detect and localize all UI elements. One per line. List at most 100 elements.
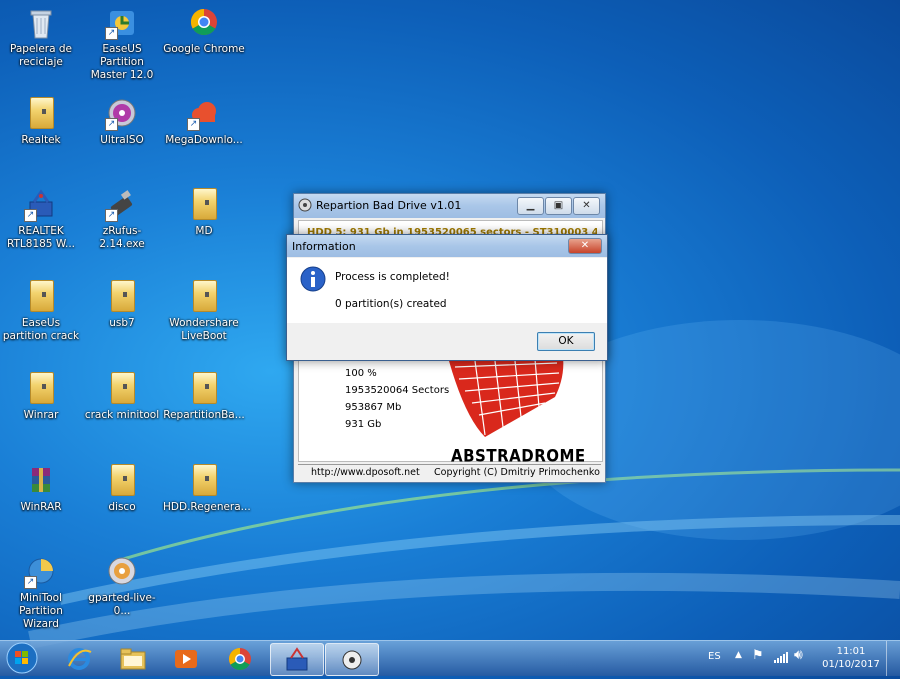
speaker-icon[interactable]: 🔊︎ (794, 647, 803, 663)
information-dialog[interactable]: Information ✕ Process is completed! 0 pa… (286, 234, 608, 361)
desktop-icon-label: HDD.Regenera... (163, 501, 251, 513)
folder-icon (105, 464, 139, 498)
desktop-icon-winrar-folder[interactable]: Winrar (0, 372, 82, 422)
language-indicator[interactable]: ES (708, 651, 721, 662)
folder-icon (24, 372, 58, 406)
cloud-icon: ↗ (187, 97, 221, 131)
desktop-icon-crack-minitool[interactable]: crack minitool (81, 372, 163, 422)
start-button[interactable] (2, 641, 42, 676)
desktop-icon-disco[interactable]: disco (81, 464, 163, 514)
desktop-icon-label: Realtek (21, 134, 61, 146)
desktop-icon-winrar[interactable]: WinRAR (0, 464, 82, 514)
clock-date: 01/10/2017 (822, 659, 880, 670)
shortcut-arrow-icon: ↗ (105, 27, 118, 40)
status-footer: http://www.dposoft.net Copyright (C) Dmi… (298, 464, 601, 480)
desktop-icon-label: WinRAR (20, 501, 62, 513)
network-adapter-icon (284, 647, 310, 673)
usb-drive-icon: ↗ (105, 188, 139, 222)
ok-button[interactable]: OK (537, 332, 595, 351)
minimize-button[interactable]: ▁ (517, 197, 544, 215)
shortcut-arrow-icon: ↗ (187, 118, 200, 131)
desktop-icon-repartitionbad[interactable]: RepartitionBa... (163, 372, 245, 422)
title-bar[interactable]: Repartion Bad Drive v1.01 ▁ ▣ ✕ (294, 194, 605, 218)
dialog-close-button[interactable]: ✕ (568, 238, 602, 254)
desktop-icon-ultraiso[interactable]: ↗ UltraISO (81, 97, 163, 147)
desktop-icon-label: EaseUS Partition Master 12.0 (90, 43, 154, 81)
desktop-icon-hdd-regenerator[interactable]: HDD.Regenera... (163, 464, 251, 514)
recycle-bin-icon (24, 6, 58, 40)
desktop-icon-label: gparted-live-0... (88, 592, 156, 617)
close-button[interactable]: ✕ (573, 197, 600, 215)
website-link[interactable]: http://www.dposoft.net (311, 467, 420, 478)
abstradrome-graphic (449, 357, 564, 437)
folder-icon (105, 372, 139, 406)
dialog-detail: 0 partition(s) created (335, 298, 447, 310)
desktop-icon-label: EaseUs partition crack (2, 317, 80, 342)
desktop-icon-label: REALTEK RTL8185 W... (6, 225, 76, 250)
show-desktop-button[interactable] (886, 641, 900, 676)
desktop-icon-wondershare[interactable]: Wondershare LiveBoot (163, 280, 245, 343)
desktop-icon-minitool[interactable]: ↗ MiniTool Partition Wizard (0, 555, 82, 631)
desktop-icon-label: MD (195, 225, 213, 237)
dialog-title: Information (292, 240, 356, 253)
desktop-icon-label: disco (108, 501, 136, 513)
desktop-icon-label: Wondershare LiveBoot (169, 317, 239, 342)
taskbar-chrome[interactable] (214, 643, 266, 674)
folder-icon (187, 464, 221, 498)
desktop-icon-md[interactable]: MD (163, 188, 245, 238)
taskbar-explorer[interactable] (107, 643, 159, 674)
stat-sectors: 1953520064 Sectors (345, 385, 450, 396)
media-player-icon (172, 647, 200, 671)
folder-icon (187, 372, 221, 406)
app-disc-icon (298, 198, 312, 212)
stat-gb: 931 Gb (345, 419, 382, 430)
taskbar-ie[interactable] (53, 643, 105, 674)
desktop-icon-label: Winrar (23, 409, 59, 421)
abstradrome-logo: ABSTRADROME (451, 446, 586, 466)
desktop-icon-label: MiniTool Partition Wizard (19, 592, 63, 630)
desktop-icon-label: zRufus-2.14.exe (99, 225, 145, 250)
stat-percent: 100 % (345, 368, 377, 379)
stats-list: 100 % 1953520064 Sectors 953867 Mb 931 G… (345, 365, 449, 433)
folder-icon (187, 280, 221, 314)
app-disc-icon (341, 649, 363, 671)
folder-icon (24, 97, 58, 131)
folder-icon (24, 280, 58, 314)
taskbar-realtek[interactable] (270, 643, 324, 676)
network-adapter-icon: ↗ (24, 188, 58, 222)
desktop-icon-megadownloader[interactable]: ↗ MegaDownlo... (163, 97, 245, 147)
desktop-icon-gparted[interactable]: gparted-live-0... (81, 555, 163, 618)
desktop-icon-label: usb7 (109, 317, 135, 329)
show-hidden-icons-icon[interactable]: ▲ (735, 650, 742, 660)
shortcut-arrow-icon: ↗ (24, 576, 37, 589)
desktop-icon-easeus-pm[interactable]: ↗ EaseUS Partition Master 12.0 (81, 6, 163, 82)
disc-icon (105, 555, 139, 589)
internet-explorer-icon (66, 646, 92, 672)
stat-mb: 953867 Mb (345, 402, 402, 413)
desktop-icon-usb7[interactable]: usb7 (81, 280, 163, 330)
desktop-icon-recycle-bin[interactable]: Papelera de reciclaje (0, 6, 82, 69)
maximize-button[interactable]: ▣ (545, 197, 572, 215)
desktop-icon-chrome[interactable]: Google Chrome (163, 6, 245, 56)
desktop-icon-label: crack minitool (84, 409, 160, 421)
chrome-icon (227, 646, 253, 672)
desktop-icon-easeus-crack[interactable]: EaseUs partition crack (0, 280, 82, 343)
copyright-text: Copyright (C) Dmitriy Primochenko (434, 467, 600, 478)
easeus-icon: ↗ (105, 6, 139, 40)
dialog-title-bar[interactable]: Information ✕ (287, 235, 607, 257)
shortcut-arrow-icon: ↗ (105, 118, 118, 131)
desktop-icon-rufus[interactable]: ↗ zRufus-2.14.exe (81, 188, 163, 251)
action-center-flag-icon[interactable]: ⚑ (752, 648, 764, 663)
desktop-icon-label: MegaDownlo... (165, 134, 243, 146)
clock[interactable]: 11:01 01/10/2017 (822, 645, 880, 671)
taskbar-media-player[interactable] (160, 643, 212, 674)
desktop-icon-label: Google Chrome (163, 43, 245, 55)
desktop-icon-realtek-driver[interactable]: ↗ REALTEK RTL8185 W... (0, 188, 82, 251)
taskbar-repartition[interactable] (325, 643, 379, 676)
shortcut-arrow-icon: ↗ (24, 209, 37, 222)
desktop-icon-label: RepartitionBa... (163, 409, 245, 421)
network-signal-icon[interactable] (773, 650, 789, 667)
dialog-message: Process is completed! (335, 271, 450, 283)
info-icon (300, 266, 326, 292)
desktop-icon-realtek[interactable]: Realtek (0, 97, 82, 147)
